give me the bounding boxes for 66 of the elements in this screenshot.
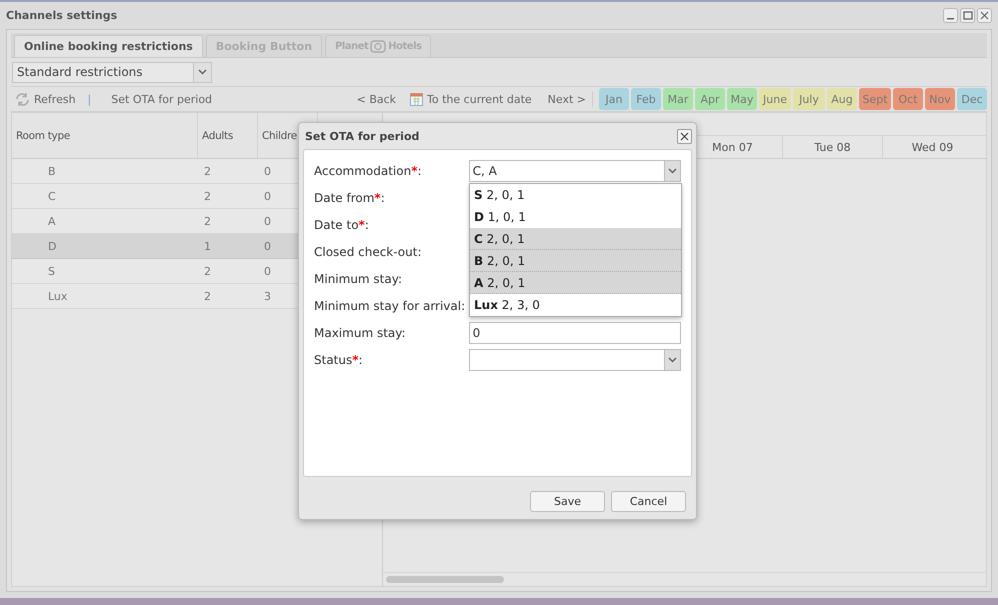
caret-icon [198, 69, 207, 75]
column-header[interactable]: Adults [198, 113, 258, 158]
day-header: Tue 08 [782, 136, 882, 158]
table-cell-text: C [47, 188, 57, 204]
maximize-icon [962, 11, 972, 20]
refresh-button[interactable]: Refresh [15, 92, 76, 106]
field-label: Maximum stay: [314, 326, 407, 340]
restriction-type-select[interactable]: Standard restrictions [12, 62, 212, 82]
month-button[interactable]: June [759, 88, 791, 110]
field-label: Date to*: [314, 218, 370, 232]
column-header[interactable]: Room type [12, 113, 198, 158]
caret-icon [668, 357, 677, 363]
month-button[interactable]: Feb [631, 88, 661, 110]
dropdown-option[interactable]: S 2, 0, 1 [470, 184, 681, 206]
table-cell-text: 2 [203, 264, 212, 280]
scrollbar-thumb[interactable] [386, 576, 504, 583]
caret-icon [668, 168, 677, 174]
tab[interactable]: Online booking restrictions [14, 35, 203, 57]
close-button[interactable] [677, 128, 692, 144]
next-button[interactable]: Next > [548, 92, 586, 106]
table-cell-text: A [47, 214, 57, 230]
dropdown-option[interactable]: D 1, 0, 1 [470, 206, 681, 228]
maximize-button[interactable] [960, 8, 975, 23]
month-button[interactable]: Dec [957, 88, 987, 110]
month-button[interactable]: July [793, 88, 825, 110]
dropdown-option[interactable]: C 2, 0, 1 [470, 228, 681, 250]
current-date-button[interactable]: To the current date [410, 92, 532, 106]
day-header: Wed 09 [882, 136, 982, 158]
refresh-icon [15, 92, 30, 106]
table-cell-text: D [47, 238, 58, 254]
close-icon [980, 11, 989, 20]
dropdown-option[interactable]: B 2, 0, 1 [470, 250, 681, 272]
separator-text: | [88, 92, 92, 106]
cancel-button[interactable]: Cancel [611, 490, 686, 512]
table-cell-text: 3 [263, 288, 272, 304]
close-button[interactable] [977, 8, 992, 23]
dropdown-option[interactable]: A 2, 0, 1 [470, 272, 681, 294]
calendar-icon [410, 92, 424, 106]
table-cell-text: 0 [263, 214, 272, 230]
window-title: Channels settings [6, 9, 118, 22]
back-button[interactable]: < Back [356, 92, 396, 106]
month-button[interactable]: Jan [599, 88, 629, 110]
table-cell-text: 0 [263, 264, 272, 280]
table-cell-text: 2 [203, 164, 212, 180]
table-cell-text: 1 [203, 238, 212, 254]
month-button[interactable]: Apr [695, 88, 725, 110]
dropdown-option[interactable]: Lux 2, 3, 0 [470, 294, 681, 316]
set-ota-button[interactable]: Set OTA for period [111, 92, 212, 106]
save-button[interactable]: Save [530, 490, 605, 512]
minimize-icon [947, 18, 954, 20]
minimize-button[interactable] [943, 8, 958, 23]
table-cell-text: 2 [203, 214, 212, 230]
table-cell-text: 0 [263, 188, 272, 204]
month-button[interactable]: Mar [663, 88, 693, 110]
table-cell-text: S [47, 264, 56, 280]
table-cell-text: 2 [203, 288, 212, 304]
field-label: Status*: [314, 353, 364, 367]
select-field[interactable]: C, A [468, 160, 681, 182]
table-cell-text: B [47, 164, 57, 180]
select-field[interactable] [468, 349, 681, 371]
month-button[interactable]: May [727, 88, 757, 110]
table-cell-text: Lux [47, 288, 68, 304]
close-icon [680, 132, 689, 140]
month-button[interactable]: Aug [827, 88, 857, 110]
table-cell-text: 2 [203, 188, 212, 204]
input-field[interactable]: 0 [468, 322, 681, 344]
